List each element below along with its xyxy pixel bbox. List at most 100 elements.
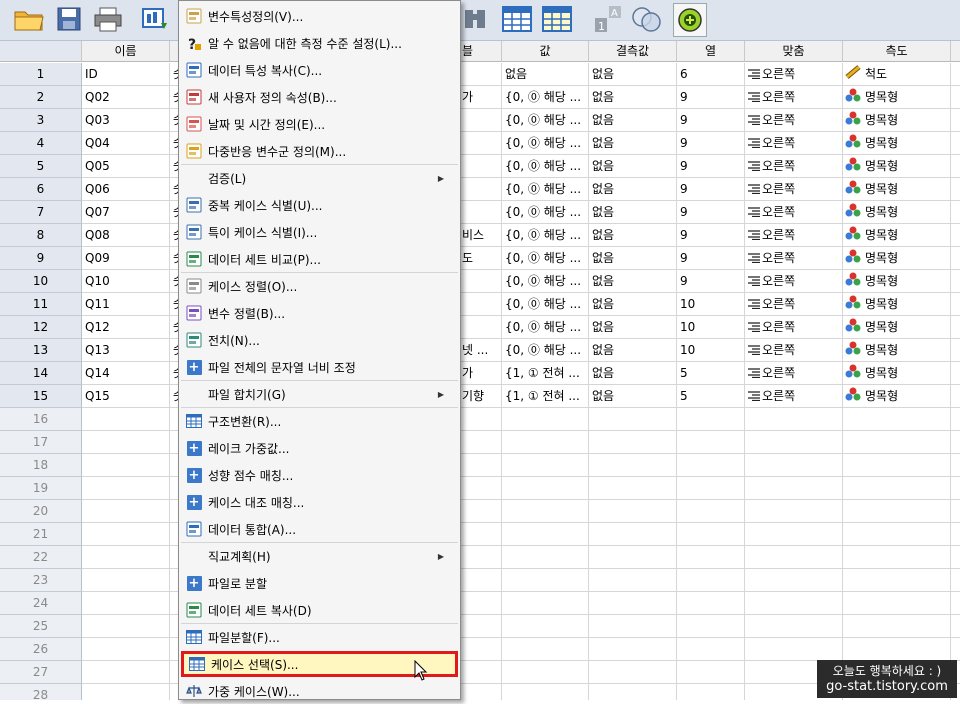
cell-missing[interactable]: 없음 (589, 224, 677, 247)
empty-cell[interactable] (82, 684, 170, 700)
empty-cell[interactable] (951, 615, 960, 638)
cell-role[interactable] (951, 247, 960, 270)
cell-values[interactable]: {0, ⓪ 해당 ... (502, 109, 589, 132)
cell-align[interactable]: 오른쪽 (745, 385, 843, 408)
empty-cell[interactable] (502, 431, 589, 454)
row-header[interactable]: 21 (0, 523, 82, 546)
empty-cell[interactable] (745, 477, 843, 500)
empty-cell[interactable] (745, 638, 843, 661)
empty-cell[interactable] (677, 615, 745, 638)
cell-role[interactable] (951, 86, 960, 109)
cell-role[interactable] (951, 293, 960, 316)
cell-name[interactable]: Q13 (82, 339, 170, 362)
cell-missing[interactable]: 없음 (589, 63, 677, 86)
cell-measure[interactable]: 척도 (843, 63, 951, 86)
cell-align[interactable]: 오른쪽 (745, 109, 843, 132)
cell-name[interactable]: Q04 (82, 132, 170, 155)
use-sets-icon[interactable] (630, 3, 664, 35)
cell-values[interactable]: {0, ⓪ 해당 ... (502, 132, 589, 155)
cell-measure[interactable]: 명목형 (843, 339, 951, 362)
menu-item-define-properties[interactable]: 변수특성정의(V)... (181, 3, 458, 29)
row-header[interactable]: 27 (0, 661, 82, 684)
cell-name[interactable]: Q06 (82, 178, 170, 201)
print-icon[interactable] (91, 3, 125, 35)
open-folder-icon[interactable] (12, 3, 46, 35)
cell-missing[interactable]: 없음 (589, 270, 677, 293)
menu-item-custom-attribute[interactable]: 새 사용자 정의 속성(B)... (181, 84, 458, 110)
empty-cell[interactable] (951, 523, 960, 546)
empty-cell[interactable] (502, 477, 589, 500)
cell-measure[interactable]: 명목형 (843, 385, 951, 408)
cell-name[interactable]: Q02 (82, 86, 170, 109)
row-header[interactable]: 11 (0, 293, 82, 316)
cell-role[interactable] (951, 201, 960, 224)
dialog-recall-icon[interactable] (139, 3, 173, 35)
empty-cell[interactable] (589, 661, 677, 684)
split-grid-icon[interactable] (540, 3, 574, 35)
column-header-measure[interactable]: 측도 (843, 41, 951, 62)
empty-cell[interactable] (82, 523, 170, 546)
cell-role[interactable] (951, 339, 960, 362)
empty-cell[interactable] (677, 408, 745, 431)
row-header[interactable]: 17 (0, 431, 82, 454)
column-header-name[interactable]: 이름 (82, 41, 170, 62)
cell-measure[interactable]: 명목형 (843, 155, 951, 178)
empty-cell[interactable] (951, 454, 960, 477)
cell-role[interactable] (951, 385, 960, 408)
row-header[interactable]: 23 (0, 569, 82, 592)
empty-cell[interactable] (82, 569, 170, 592)
empty-cell[interactable] (843, 454, 951, 477)
row-header[interactable]: 14 (0, 362, 82, 385)
cell-columns[interactable]: 10 (677, 339, 745, 362)
empty-cell[interactable] (589, 431, 677, 454)
empty-cell[interactable] (82, 661, 170, 684)
row-header[interactable]: 13 (0, 339, 82, 362)
cell-missing[interactable]: 없음 (589, 293, 677, 316)
row-header[interactable]: 25 (0, 615, 82, 638)
cell-role[interactable] (951, 132, 960, 155)
cell-measure[interactable]: 명목형 (843, 132, 951, 155)
cell-columns[interactable]: 6 (677, 63, 745, 86)
cell-name[interactable]: Q10 (82, 270, 170, 293)
cell-values[interactable]: 없음 (502, 63, 589, 86)
empty-cell[interactable] (502, 684, 589, 700)
cell-name[interactable]: Q08 (82, 224, 170, 247)
column-header-align[interactable]: 맞춤 (745, 41, 843, 62)
empty-cell[interactable] (951, 638, 960, 661)
empty-cell[interactable] (951, 431, 960, 454)
add-on-icon[interactable] (673, 3, 707, 37)
menu-item-restructure[interactable]: 구조변환(R)... (181, 408, 458, 434)
empty-cell[interactable] (951, 546, 960, 569)
empty-cell[interactable] (82, 408, 170, 431)
empty-cell[interactable] (502, 638, 589, 661)
empty-cell[interactable] (843, 569, 951, 592)
empty-cell[interactable] (745, 523, 843, 546)
row-header[interactable]: 24 (0, 592, 82, 615)
cell-values[interactable]: {0, ⓪ 해당 ... (502, 155, 589, 178)
empty-cell[interactable] (502, 408, 589, 431)
empty-cell[interactable] (951, 569, 960, 592)
cell-values[interactable]: {1, ① 전혀 ... (502, 362, 589, 385)
empty-cell[interactable] (677, 477, 745, 500)
empty-cell[interactable] (502, 615, 589, 638)
empty-cell[interactable] (745, 546, 843, 569)
row-header[interactable]: 26 (0, 638, 82, 661)
row-header[interactable]: 6 (0, 178, 82, 201)
cell-values[interactable]: {1, ① 전혀 ... (502, 385, 589, 408)
empty-cell[interactable] (745, 431, 843, 454)
cell-columns[interactable]: 9 (677, 132, 745, 155)
empty-cell[interactable] (951, 592, 960, 615)
cell-role[interactable] (951, 224, 960, 247)
cell-columns[interactable]: 5 (677, 362, 745, 385)
cell-measure[interactable]: 명목형 (843, 201, 951, 224)
menu-item-submenu-14[interactable]: 파일 합치기(G) ▶ (181, 381, 458, 407)
empty-cell[interactable] (677, 431, 745, 454)
empty-cell[interactable] (745, 500, 843, 523)
menu-item-multiple-response[interactable]: 다중반응 변수군 정의(M)... (181, 138, 458, 164)
cell-missing[interactable]: 없음 (589, 178, 677, 201)
empty-cell[interactable] (677, 523, 745, 546)
cell-align[interactable]: 오른쪽 (745, 339, 843, 362)
cell-name[interactable]: Q03 (82, 109, 170, 132)
empty-cell[interactable] (677, 500, 745, 523)
cell-missing[interactable]: 없음 (589, 385, 677, 408)
